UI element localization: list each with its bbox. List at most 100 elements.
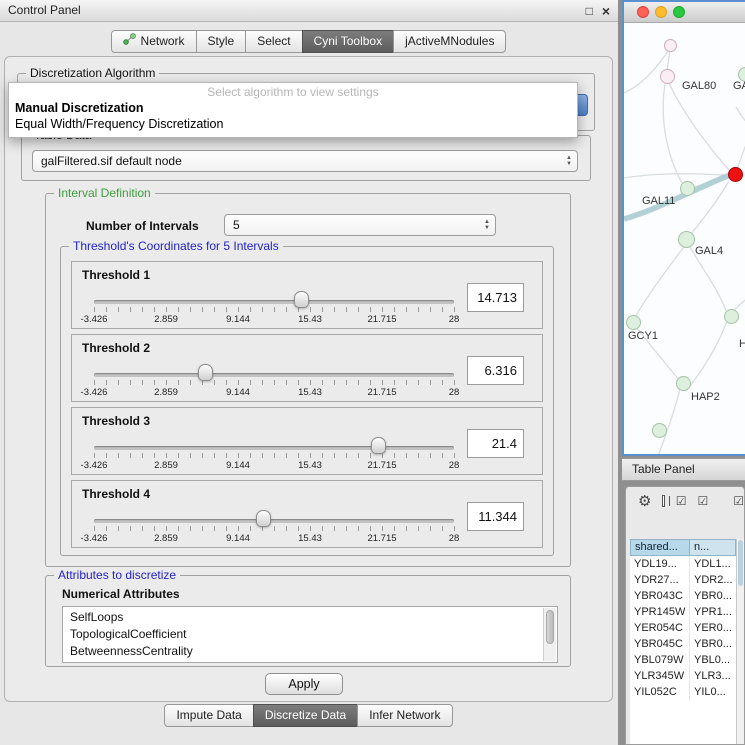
slider-track[interactable] bbox=[94, 300, 454, 304]
network-window-titlebar[interactable] bbox=[624, 2, 745, 23]
list-item[interactable]: BetweennessCentrality bbox=[70, 643, 541, 660]
cell[interactable]: YBR045C bbox=[630, 636, 690, 652]
float-window-icon[interactable]: □ bbox=[586, 1, 593, 22]
tab-infer-network[interactable]: Infer Network bbox=[357, 704, 452, 727]
tab-network[interactable]: Network bbox=[111, 30, 197, 53]
cell[interactable]: YER0... bbox=[690, 620, 736, 636]
node-label: GAL11 bbox=[642, 195, 675, 207]
threshold-value-field[interactable]: 21.4 bbox=[467, 429, 524, 458]
checkbox-icon[interactable]: ☑ bbox=[676, 494, 687, 508]
apply-button[interactable]: Apply bbox=[265, 673, 343, 695]
slider-ticks bbox=[94, 453, 455, 458]
cell[interactable]: YDL19... bbox=[630, 556, 690, 572]
slider-thumb[interactable] bbox=[371, 437, 386, 454]
network-node[interactable] bbox=[724, 309, 739, 324]
tab-style[interactable]: Style bbox=[196, 30, 247, 53]
tab-label: Discretize Data bbox=[265, 705, 346, 726]
group-title: Attributes to discretize bbox=[54, 568, 180, 582]
table-row[interactable]: YBR043CYBR0... bbox=[630, 588, 736, 604]
tab-label: Impute Data bbox=[176, 705, 241, 726]
table-row[interactable]: YBL079WYBL0... bbox=[630, 652, 736, 668]
control-panel-title: Control Panel bbox=[8, 3, 81, 17]
network-node-gal4[interactable] bbox=[678, 231, 695, 248]
tab-impute-data[interactable]: Impute Data bbox=[164, 704, 253, 727]
scrollbar-thumb[interactable] bbox=[738, 540, 743, 586]
cell[interactable]: YDL1... bbox=[690, 556, 736, 572]
table-row[interactable]: YDR27...YDR2... bbox=[630, 572, 736, 588]
network-node[interactable] bbox=[664, 39, 677, 52]
list-item[interactable]: SelfLoops bbox=[70, 609, 541, 626]
slider-thumb[interactable] bbox=[294, 291, 309, 308]
threshold-value-field[interactable]: 11.344 bbox=[467, 502, 524, 531]
node-label: HAP2 bbox=[691, 391, 720, 403]
threshold-label: Threshold 2 bbox=[82, 341, 150, 355]
cell[interactable]: YBR0... bbox=[690, 636, 736, 652]
slider-thumb[interactable] bbox=[256, 510, 271, 527]
slider-thumb[interactable] bbox=[198, 364, 213, 381]
scrollbar[interactable] bbox=[736, 539, 744, 744]
network-node-hap2[interactable] bbox=[676, 376, 691, 391]
settings-gear-icon[interactable]: ⚙ bbox=[638, 492, 651, 510]
scrollbar[interactable] bbox=[543, 608, 556, 661]
cell[interactable]: YLR345W bbox=[630, 668, 690, 684]
mac-minimize-button[interactable] bbox=[655, 6, 667, 18]
table-row[interactable]: YPR145WYPR1... bbox=[630, 604, 736, 620]
mac-zoom-button[interactable] bbox=[673, 6, 685, 18]
dropdown-item-manual-discretization[interactable]: Manual Discretization bbox=[9, 100, 577, 116]
table-row[interactable]: YIL052CYIL0... bbox=[630, 684, 736, 700]
cell[interactable]: YER054C bbox=[630, 620, 690, 636]
list-item[interactable]: TopologicalCoefficient bbox=[70, 626, 541, 643]
cell[interactable]: YDR2... bbox=[690, 572, 736, 588]
cell[interactable]: YPR1... bbox=[690, 604, 736, 620]
cell[interactable]: YIL0... bbox=[690, 684, 736, 700]
checkbox-icon[interactable]: ☑ bbox=[697, 494, 708, 508]
network-node-gal11[interactable] bbox=[680, 181, 695, 196]
network-node[interactable] bbox=[652, 423, 667, 438]
cell[interactable]: YDR27... bbox=[630, 572, 690, 588]
slider-track[interactable] bbox=[94, 373, 454, 377]
checkbox-icon[interactable]: ☑ bbox=[733, 494, 744, 508]
tab-cyni-toolbox[interactable]: Cyni Toolbox bbox=[302, 30, 394, 53]
cell[interactable]: YBL0... bbox=[690, 652, 736, 668]
table-row[interactable]: YLR345WYLR3... bbox=[630, 668, 736, 684]
table-row[interactable]: YER054CYER0... bbox=[630, 620, 736, 636]
tab-select[interactable]: Select bbox=[245, 30, 302, 53]
cell[interactable]: YLR3... bbox=[690, 668, 736, 684]
table-row[interactable]: YBR045CYBR0... bbox=[630, 636, 736, 652]
cell[interactable]: YIL052C bbox=[630, 684, 690, 700]
table-columns-icon[interactable] bbox=[662, 495, 664, 507]
network-node-gcy1[interactable] bbox=[626, 315, 641, 330]
cell[interactable]: YBR043C bbox=[630, 588, 690, 604]
table-data-combobox[interactable]: galFiltered.sif default node ▲▼ bbox=[32, 150, 578, 172]
network-view-window: GAL80 GA GAL11 GAL4 GCY1 HAP2 H bbox=[622, 0, 745, 456]
tab-discretize-data[interactable]: Discretize Data bbox=[253, 704, 358, 727]
algorithm-dropdown-popup: Select algorithm to view settings Manual… bbox=[8, 82, 578, 138]
number-of-intervals-combobox[interactable]: 5 ▲▼ bbox=[224, 214, 496, 236]
dropdown-item-equal-width-frequency[interactable]: Equal Width/Frequency Discretization bbox=[9, 116, 577, 132]
cell[interactable]: YBR0... bbox=[690, 588, 736, 604]
cell[interactable]: YBL079W bbox=[630, 652, 690, 668]
dropdown-placeholder-item[interactable]: Select algorithm to view settings bbox=[9, 85, 577, 100]
tab-label: Cyni Toolbox bbox=[314, 31, 382, 52]
mac-close-button[interactable] bbox=[637, 6, 649, 18]
network-node-gal80[interactable] bbox=[660, 69, 675, 84]
cell[interactable]: YPR145W bbox=[630, 604, 690, 620]
column-header-name[interactable]: n... bbox=[690, 539, 736, 556]
tab-label: Network bbox=[141, 31, 185, 52]
scale-label: 15.43 bbox=[298, 533, 322, 544]
threshold-value-field[interactable]: 6.316 bbox=[467, 356, 524, 385]
column-header-shared-name[interactable]: shared... bbox=[630, 539, 690, 556]
cyni-toolbox-panel: Discretization Algorithm ▲ ▼ Table Data … bbox=[4, 56, 613, 702]
slider-track[interactable] bbox=[94, 446, 454, 450]
table-row[interactable]: YDL19...YDL1... bbox=[630, 556, 736, 572]
table-data-value: galFiltered.sif default node bbox=[41, 154, 182, 168]
scrollbar-thumb[interactable] bbox=[546, 610, 554, 644]
close-icon[interactable]: × bbox=[602, 1, 610, 22]
tab-jactivemnodules[interactable]: jActiveMNodules bbox=[393, 30, 506, 53]
node-label: GA bbox=[733, 80, 745, 92]
table-panel-titlebar[interactable]: Table Panel bbox=[622, 458, 745, 481]
threshold-value-field[interactable]: 14.713 bbox=[467, 283, 524, 312]
network-node-selected-red[interactable] bbox=[728, 167, 743, 182]
slider-track[interactable] bbox=[94, 519, 454, 523]
network-canvas[interactable]: GAL80 GA GAL11 GAL4 GCY1 HAP2 H bbox=[624, 23, 745, 454]
